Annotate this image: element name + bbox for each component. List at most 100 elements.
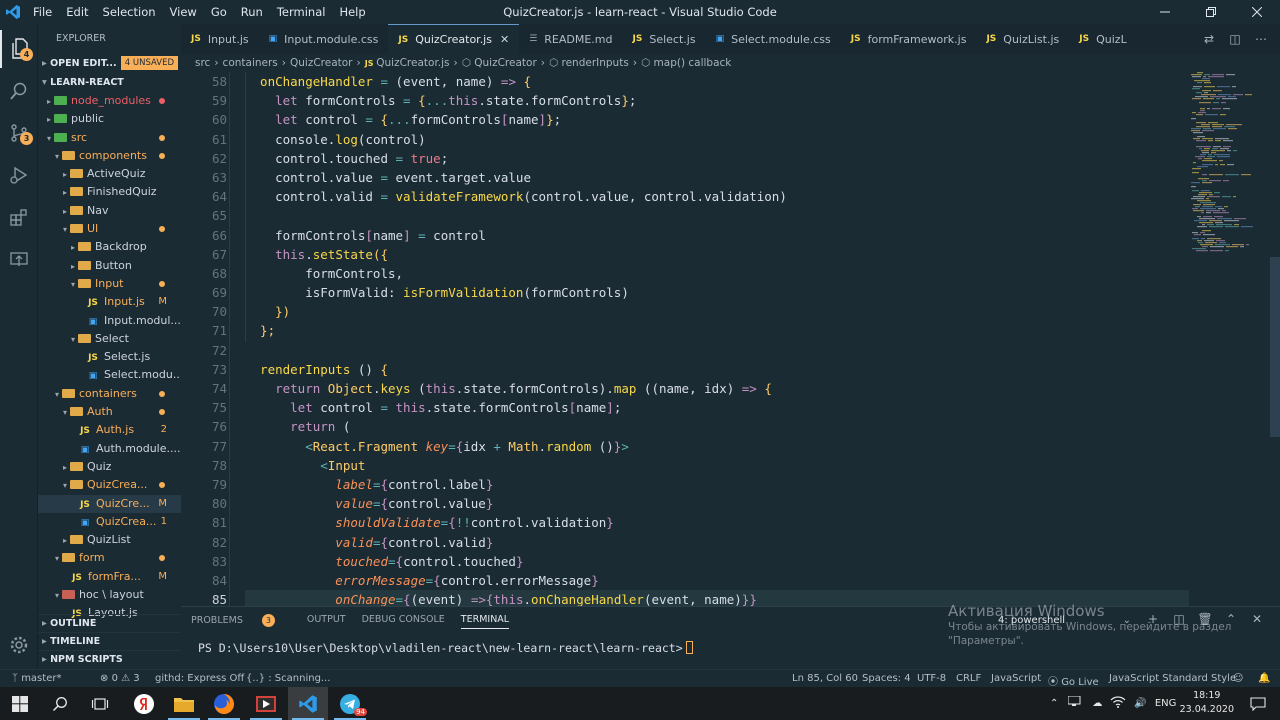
split-terminal-icon[interactable]: ◫ (1166, 612, 1192, 626)
menu-help[interactable]: Help (332, 5, 372, 19)
maximize-panel-icon[interactable]: ⌃ (1218, 612, 1244, 626)
tree-item[interactable]: ▾ hoc \ layout (38, 586, 181, 604)
restore-button[interactable] (1188, 0, 1234, 24)
extensions-icon[interactable] (0, 198, 38, 236)
code-line[interactable]: valid={control.valid} (245, 533, 1189, 552)
tree-item[interactable]: ▸ node_modules (38, 92, 181, 110)
tab-input-module-css[interactable]: ▣ Input.module.css (259, 24, 389, 54)
menu-terminal[interactable]: Terminal (270, 5, 333, 19)
go-live-button[interactable]: ⦿ Go Live (1048, 673, 1099, 688)
tree-item[interactable]: ▾ Input (38, 275, 181, 293)
tab-select-js[interactable]: JS Select.js (623, 24, 706, 54)
video-editor-icon[interactable] (246, 687, 286, 720)
close-tab-icon[interactable]: ✕ (500, 33, 509, 46)
breadcrumb-item[interactable]: QuizCreator (290, 57, 353, 69)
remote-explorer-icon[interactable] (0, 240, 38, 278)
breadcrumb-item[interactable]: QuizCreator.js (376, 57, 449, 69)
tab-formframework-js[interactable]: JS formFramework.js (841, 24, 977, 54)
menu-file[interactable]: File (26, 5, 59, 19)
language-mode[interactable]: JavaScript (991, 673, 1041, 684)
tree-item[interactable]: JS Input.js M (38, 293, 181, 311)
tab-input-js[interactable]: JS Input.js (181, 24, 259, 54)
file-explorer-icon[interactable] (164, 687, 204, 720)
end-of-line[interactable]: CRLF (956, 673, 981, 684)
code-line[interactable]: control.valid = validateFramework(contro… (245, 187, 1189, 206)
minimap[interactable] (1191, 72, 1266, 606)
menu-go[interactable]: Go (204, 5, 234, 19)
breadcrumb-item[interactable]: src (195, 57, 210, 69)
feedback-icon[interactable]: ☺ (1233, 673, 1243, 684)
breadcrumb-item[interactable]: map() callback (654, 57, 732, 69)
tab-quizcreator-js[interactable]: JS QuizCreator.js ✕ (388, 24, 520, 54)
tab-select-module-css[interactable]: ▣ Select.module.css (706, 24, 841, 54)
code-line[interactable]: <React.Fragment key={idx + Math.random (… (245, 437, 1189, 456)
tree-item[interactable]: ▸ ActiveQuiz (38, 165, 181, 183)
code-line[interactable]: touched={control.touched} (245, 552, 1189, 571)
tree-item[interactable]: ▾ QuizCrea... (38, 476, 181, 494)
breadcrumb-item[interactable]: containers (223, 57, 278, 69)
encoding[interactable]: UTF-8 (917, 673, 946, 684)
menu-run[interactable]: Run (234, 5, 270, 19)
code-content[interactable]: onChangeHandler = (event, name) => { let… (245, 72, 1189, 606)
tree-item[interactable]: ▾ containers (38, 385, 181, 403)
code-line[interactable]: errorMessage={control.errorMessage} (245, 571, 1189, 590)
vscode-taskbar-icon[interactable] (288, 687, 328, 720)
linter-status[interactable]: JavaScript Standard Style (1109, 673, 1236, 684)
code-line[interactable]: renderInputs () { (245, 360, 1189, 379)
tree-item[interactable]: ▸ Nav (38, 202, 181, 220)
code-line[interactable]: control.touched = true; (245, 149, 1189, 168)
code-line[interactable] (245, 341, 1189, 360)
code-line[interactable]: <Input (245, 456, 1189, 475)
more-actions-icon[interactable]: ⋯ (1248, 32, 1274, 46)
scrollbar-thumb[interactable] (1270, 257, 1280, 437)
editor-scrollbar[interactable] (1268, 72, 1280, 606)
settings-gear-icon[interactable] (0, 626, 38, 664)
code-line[interactable]: onChangeHandler = (event, name) => { (245, 72, 1189, 91)
code-line[interactable]: return Object.keys (this.state.formContr… (245, 379, 1189, 398)
code-line[interactable]: let formControls = {...this.state.formCo… (245, 91, 1189, 110)
compare-changes-icon[interactable]: ⇄ (1196, 32, 1222, 46)
code-line[interactable]: }) (245, 302, 1189, 321)
menu-edit[interactable]: Edit (59, 5, 95, 19)
explorer-icon[interactable]: 4 (0, 30, 38, 68)
code-line[interactable]: control.value = event.target.value (245, 168, 1189, 187)
tree-item[interactable]: ▸ Button (38, 257, 181, 275)
menu-selection[interactable]: Selection (96, 5, 163, 19)
npm-scripts-section[interactable]: ▸ NPM SCRIPTS (38, 650, 181, 668)
tree-item[interactable]: ▣ QuizCrea... 1 (38, 513, 181, 531)
code-line[interactable]: console.log(control) (245, 130, 1189, 149)
tab-problems[interactable]: PROBLEMS 3 (191, 614, 291, 629)
tree-item[interactable]: ▾ Select (38, 330, 181, 348)
code-line[interactable]: isFormValid: isFormValidation(formContro… (245, 283, 1189, 302)
code-line[interactable]: formControls[name] = control (245, 226, 1189, 245)
tab-terminal[interactable]: TERMINAL (460, 614, 510, 629)
wifi-icon[interactable] (1110, 696, 1126, 711)
network-icon[interactable] (1067, 695, 1084, 711)
search-taskbar-icon[interactable] (40, 687, 80, 720)
terminal-output[interactable]: PS D:\Users10\User\Desktop\vladilen-reac… (198, 641, 693, 655)
code-line[interactable]: let control = {...formControls[name]}; (245, 110, 1189, 129)
telegram-icon[interactable]: 94 (330, 687, 370, 720)
search-icon[interactable] (0, 72, 38, 110)
volume-icon[interactable]: 🔊 (1134, 698, 1146, 709)
run-debug-icon[interactable] (0, 156, 38, 194)
tree-item[interactable]: ▣ Auth.module.... (38, 440, 181, 458)
code-line[interactable]: this.setState({ (245, 245, 1189, 264)
menu-view[interactable]: View (163, 5, 204, 19)
tree-item[interactable]: ▸ QuizList (38, 531, 181, 549)
tab-readme-md[interactable]: ☰ README.md (519, 24, 622, 54)
open-editors-section[interactable]: ▸ OPEN EDIT... 4 UNSAVED (38, 54, 181, 73)
breadcrumb-item[interactable]: QuizCreator (474, 57, 537, 69)
tab-debug-console[interactable]: DEBUG CONSOLE (362, 614, 445, 629)
tree-item[interactable]: ▾ UI (38, 220, 181, 238)
code-line[interactable]: shouldValidate={!!control.validation} (245, 513, 1189, 532)
terminal-selector[interactable]: 4: powershell ⌄ (995, 613, 1135, 629)
close-panel-icon[interactable]: ✕ (1244, 612, 1270, 626)
tree-item[interactable]: ▸ Quiz (38, 458, 181, 476)
tree-item[interactable]: JS Select.js (38, 348, 181, 366)
close-button[interactable] (1234, 0, 1280, 24)
indentation[interactable]: Spaces: 4 (862, 673, 911, 684)
code-editor[interactable]: 58 59 60 61 62 63 64 65 66 67 68 69 70 71 72 73 74 75 76 77… (181, 72, 1191, 606)
tree-item[interactable]: ▣ Input.modul... (38, 312, 181, 330)
tree-item[interactable]: ▾ components (38, 147, 181, 165)
